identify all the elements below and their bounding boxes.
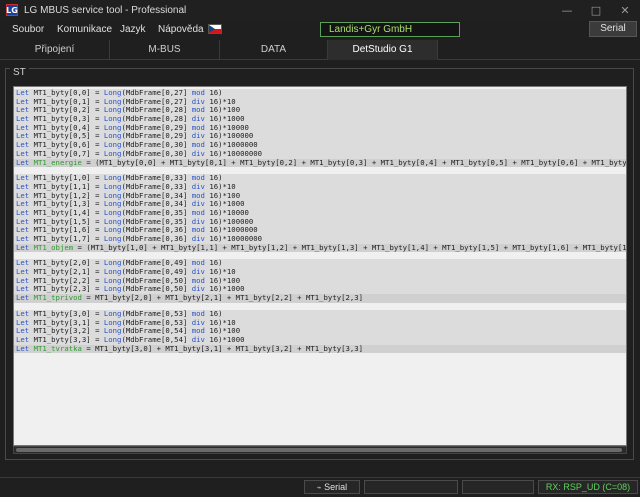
code-spacer <box>14 167 626 173</box>
code-block: Let MT1_byty[1,0] = Long(MdbFrame[0,33] … <box>14 174 626 253</box>
code-line-sum: Let MT1_energie = (MT1_byty[0,0] + MT1_b… <box>14 158 626 168</box>
close-button[interactable]: ✕ <box>610 0 640 20</box>
code-line: Let MT1_byty[1,3] = Long(MdbFrame[0,34] … <box>16 200 245 209</box>
maximize-button[interactable]: □ <box>581 0 611 20</box>
tab-data[interactable]: DATA <box>220 40 328 60</box>
code-spacer <box>14 302 626 308</box>
tab-detstudio-g1[interactable]: DetStudio G1 <box>328 40 438 60</box>
menu-napoveda[interactable]: Nápověda <box>158 24 204 35</box>
scrollbar-thumb[interactable] <box>16 448 622 452</box>
code-line: Let MT1_byty[3,0] = Long(MdbFrame[0,53] … <box>16 309 223 318</box>
czech-flag-icon[interactable] <box>208 24 222 34</box>
tab-pripojeni[interactable]: Připojení <box>0 40 110 60</box>
status-rx: RX: RSP_UD (C=08) <box>538 480 638 494</box>
code-line-sum: Let MT1_tvratka = MT1_byty[3,0] + MT1_by… <box>14 344 626 354</box>
menu-jazyk[interactable]: Jazyk <box>120 24 146 35</box>
status-cell-empty <box>462 480 534 494</box>
code-block: Let MT1_byty[2,0] = Long(MdbFrame[0,49] … <box>14 259 626 303</box>
code-line: Let MT1_byty[3,1] = Long(MdbFrame[0,53] … <box>16 318 236 327</box>
tab-bar: Připojení M-BUS DATA DetStudio G1 <box>0 40 640 60</box>
serial-cable-icon: ⌁ <box>316 483 322 492</box>
code-line: Let MT1_byty[1,7] = Long(MdbFrame[0,36] … <box>16 235 263 243</box>
code-line-sum: Let MT1_objem = (MT1_byty[1,0] + MT1_byt… <box>14 243 626 253</box>
code-block: Let MT1_byty[3,0] = Long(MdbFrame[0,53] … <box>14 309 626 354</box>
window-title: LG MBUS service tool - Professional <box>24 4 187 16</box>
code-line: Let MT1_byty[0,3] = Long(MdbFrame[0,28] … <box>16 115 245 124</box>
code-line: Let MT1_byty[2,0] = Long(MdbFrame[0,49] … <box>16 259 223 268</box>
code-line: Let MT1_byty[0,1] = Long(MdbFrame[0,27] … <box>16 97 236 106</box>
horizontal-scrollbar[interactable] <box>13 446 627 454</box>
status-serial-label: Serial <box>324 482 348 492</box>
code-line: Let MT1_byty[3,2] = Long(MdbFrame[0,54] … <box>16 327 241 336</box>
menu-komunikace[interactable]: Komunikace <box>57 24 112 35</box>
code-editor[interactable]: Let MT1_byty[0,0] = Long(MdbFrame[0,27] … <box>13 86 627 446</box>
code-line: Let MT1_byty[0,7] = Long(MdbFrame[0,30] … <box>16 149 263 158</box>
code-line: Let MT1_byty[1,4] = Long(MdbFrame[0,35] … <box>16 208 249 217</box>
status-serial: ⌁ Serial <box>304 480 360 494</box>
code-line: Let MT1_byty[1,1] = Long(MdbFrame[0,33] … <box>16 182 236 191</box>
code-line-sum: Let MT1_tprivod = MT1_byty[2,0] + MT1_by… <box>14 294 626 303</box>
code-spacer <box>14 252 626 258</box>
code-line: Let MT1_byty[0,2] = Long(MdbFrame[0,28] … <box>16 106 241 115</box>
code-line: Let MT1_byty[2,3] = Long(MdbFrame[0,50] … <box>16 285 245 294</box>
code-line: Let MT1_byty[1,2] = Long(MdbFrame[0,34] … <box>16 191 241 200</box>
code-line: Let MT1_byty[0,0] = Long(MdbFrame[0,27] … <box>16 89 223 97</box>
code-line: Let MT1_byty[1,5] = Long(MdbFrame[0,35] … <box>16 217 254 226</box>
serial-connect-button[interactable]: Serial <box>589 21 637 37</box>
code-line: Let MT1_byty[0,4] = Long(MdbFrame[0,29] … <box>16 123 249 132</box>
st-group-label: ST <box>10 67 29 78</box>
status-cell-empty <box>364 480 458 494</box>
code-line: Let MT1_byty[0,5] = Long(MdbFrame[0,29] … <box>16 132 254 141</box>
code-line: Let MT1_byty[1,6] = Long(MdbFrame[0,36] … <box>16 226 258 235</box>
code-block: Let MT1_byty[0,0] = Long(MdbFrame[0,27] … <box>14 89 626 168</box>
title-bar: LG LG MBUS service tool - Professional —… <box>0 0 640 20</box>
code-line: Let MT1_byty[0,6] = Long(MdbFrame[0,30] … <box>16 141 258 150</box>
app-logo-icon: LG <box>6 4 18 16</box>
company-display: Landis+Gyr GmbH <box>320 22 460 37</box>
code-line: Let MT1_byty[2,1] = Long(MdbFrame[0,49] … <box>16 268 236 277</box>
menu-soubor[interactable]: Soubor <box>12 24 44 35</box>
tab-mbus[interactable]: M-BUS <box>110 40 220 60</box>
code-line: Let MT1_byty[2,2] = Long(MdbFrame[0,50] … <box>16 276 241 285</box>
code-line: Let MT1_byty[1,0] = Long(MdbFrame[0,33] … <box>16 174 223 183</box>
code-line: Let MT1_byty[3,3] = Long(MdbFrame[0,54] … <box>16 335 245 344</box>
minimize-button[interactable]: — <box>552 0 582 20</box>
